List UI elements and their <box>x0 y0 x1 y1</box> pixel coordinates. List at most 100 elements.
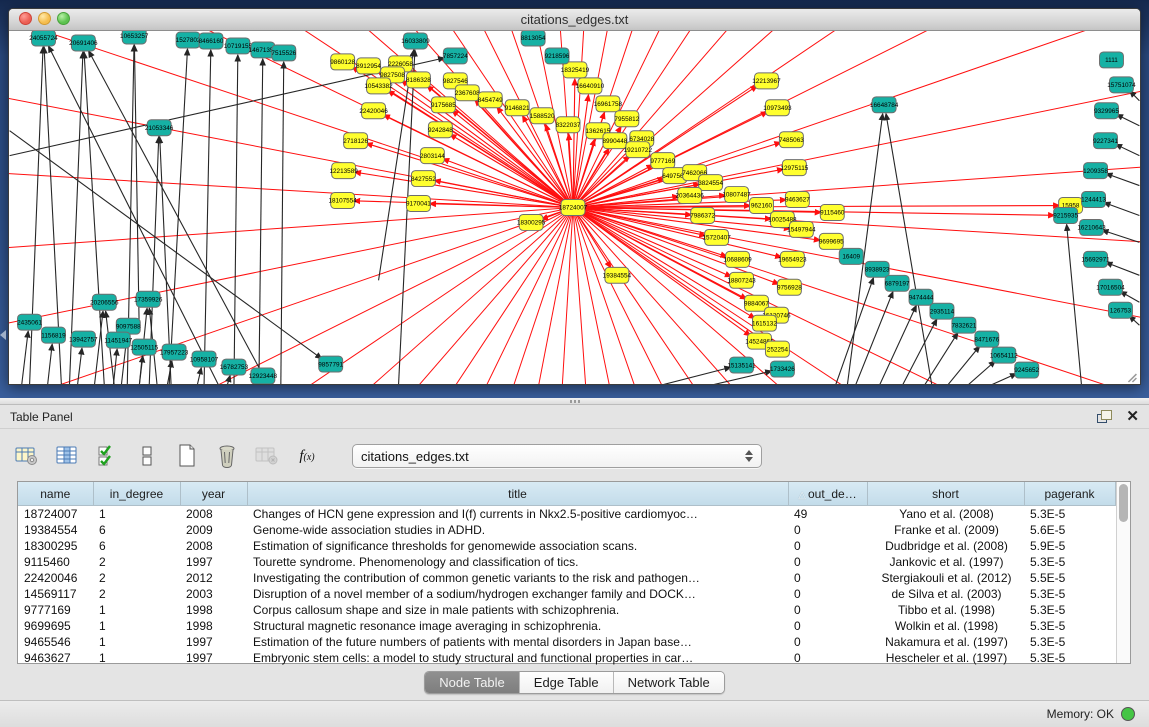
cell-out_de[interactable]: 0 <box>788 586 867 602</box>
graph-node[interactable]: 6879197 <box>885 275 910 291</box>
table-scrollbar-thumb[interactable] <box>1119 484 1128 522</box>
cell-short[interactable]: Nakamura et al. (1997) <box>867 634 1024 650</box>
graph-node[interactable]: 17359926 <box>134 291 163 307</box>
graph-node[interactable]: 20691406 <box>69 35 98 51</box>
graph-edge[interactable] <box>134 45 139 330</box>
graph-edge[interactable] <box>1106 174 1139 186</box>
graph-edge[interactable] <box>259 59 263 385</box>
graph-edge[interactable] <box>398 50 414 385</box>
cell-name[interactable]: 18300295 <box>18 538 93 554</box>
cell-title[interactable]: Disruption of a novel member of a sodium… <box>247 586 788 602</box>
cell-title[interactable]: Corpus callosum shape and size in male p… <box>247 602 788 618</box>
cell-title[interactable]: Estimation of significance thresholds fo… <box>247 538 788 554</box>
graph-edge[interactable] <box>10 131 322 359</box>
graph-node[interactable]: 16640910 <box>576 78 605 94</box>
cell-in_degree[interactable]: 1 <box>93 634 180 650</box>
cell-in_degree[interactable]: 1 <box>93 506 180 523</box>
cell-in_degree[interactable]: 6 <box>93 522 180 538</box>
cell-pagerank[interactable]: 5.3E-5 <box>1024 618 1115 634</box>
graph-node[interactable]: 2803144 <box>420 148 445 164</box>
graph-edge[interactable] <box>1116 144 1140 155</box>
cell-year[interactable]: 1997 <box>180 554 247 570</box>
graph-node[interactable]: 15497944 <box>787 221 816 237</box>
graph-node[interactable]: 24055724 <box>29 31 58 46</box>
cell-short[interactable]: Franke et al. (2009) <box>867 522 1024 538</box>
cell-in_degree[interactable]: 2 <box>93 554 180 570</box>
table-row[interactable]: 1872400712008Changes of HCN gene express… <box>18 506 1115 523</box>
graph-node[interactable]: 12213589 <box>329 163 358 179</box>
graph-edge[interactable] <box>9 208 573 310</box>
graph-node[interactable]: 252254 <box>765 341 789 357</box>
graph-node[interactable]: 9777169 <box>650 153 675 169</box>
graph-node[interactable]: 8466160 <box>199 33 224 49</box>
cell-short[interactable]: Wolkin et al. (1998) <box>867 618 1024 634</box>
graph-node[interactable]: 17016504 <box>1096 279 1125 295</box>
graph-node[interactable]: 9857791 <box>318 356 343 372</box>
graph-node[interactable]: 20364436 <box>675 188 704 204</box>
graph-node[interactable]: 7986372 <box>690 208 715 224</box>
column-header-pagerank[interactable]: pagerank <box>1024 482 1115 506</box>
graph-node[interactable]: 7515526 <box>271 45 296 61</box>
graph-node[interactable]: 9756928 <box>777 279 802 295</box>
graph-node[interactable]: 1209358 <box>1083 163 1108 179</box>
graph-node[interactable]: 1615132 <box>752 315 777 331</box>
graph-node[interactable]: 10807487 <box>722 187 751 203</box>
cell-out_de[interactable]: 0 <box>788 602 867 618</box>
cell-title[interactable]: Changes of HCN gene expression and I(f) … <box>247 506 788 523</box>
cell-title[interactable]: Tourette syndrome. Phenomenology and cla… <box>247 554 788 570</box>
delete-column-icon[interactable] <box>214 443 240 469</box>
cell-year[interactable]: 1998 <box>180 618 247 634</box>
cell-out_de[interactable]: 0 <box>788 634 867 650</box>
table-row[interactable]: 977716911998Corpus callosum shape and si… <box>18 602 1115 618</box>
cell-title[interactable]: Embryonic stem cells: a model to study s… <box>247 650 788 666</box>
graph-node[interactable]: 9170041 <box>406 196 431 212</box>
graph-node-hub[interactable]: 18724007 <box>559 200 588 216</box>
graph-node[interactable]: 8912954 <box>356 58 381 74</box>
graph-node[interactable]: 1527802 <box>176 32 201 48</box>
cell-short[interactable]: Tibbo et al. (1998) <box>867 602 1024 618</box>
graph-edge[interactable] <box>573 31 1030 208</box>
graph-node[interactable]: 12505115 <box>130 339 158 355</box>
graph-node[interactable]: 20206556 <box>90 294 119 310</box>
graph-node[interactable]: 1111 <box>1100 52 1124 68</box>
cell-year[interactable]: 2012 <box>180 570 247 586</box>
graph-node[interactable]: 16782753 <box>220 359 249 375</box>
network-view-window[interactable]: citations_edges.txt 18724007986012889129… <box>8 8 1141 385</box>
graph-edge[interactable] <box>113 349 117 385</box>
close-panel-icon[interactable]: ✕ <box>1126 410 1139 423</box>
cell-year[interactable]: 1998 <box>180 602 247 618</box>
graph-node[interactable]: 2935114 <box>930 303 955 319</box>
graph-node[interactable]: 15135141 <box>727 357 756 373</box>
cell-short[interactable]: Yano et al. (2008) <box>867 506 1024 523</box>
cell-in_degree[interactable]: 1 <box>93 602 180 618</box>
graph-node[interactable]: 9215935 <box>1053 208 1078 224</box>
cell-in_degree[interactable]: 2 <box>93 570 180 586</box>
graph-edge[interactable] <box>1106 262 1140 275</box>
cell-name[interactable]: 19384554 <box>18 522 93 538</box>
graph-node[interactable]: 3824554 <box>698 175 723 191</box>
cell-name[interactable]: 9777169 <box>18 602 93 618</box>
graph-node[interactable]: 9146821 <box>505 100 530 116</box>
horizontal-splitter[interactable] <box>0 398 1149 405</box>
column-visibility-icon[interactable] <box>54 443 80 469</box>
graph-node[interactable]: 10688609 <box>723 251 752 267</box>
cell-pagerank[interactable]: 5.6E-5 <box>1024 522 1115 538</box>
graph-node[interactable]: 9245652 <box>1014 362 1039 378</box>
table-mode-settings-icon[interactable] <box>14 443 40 469</box>
row-height-icon[interactable] <box>134 443 160 469</box>
graph-node[interactable]: 7857224 <box>443 48 468 64</box>
graph-edge[interactable] <box>658 367 731 385</box>
graph-node[interactable]: 10958107 <box>190 351 219 367</box>
graph-edge[interactable] <box>886 114 932 385</box>
cell-pagerank[interactable]: 5.3E-5 <box>1024 506 1115 523</box>
graph-node[interactable]: 13942757 <box>69 331 98 347</box>
graph-node[interactable]: 7955812 <box>614 111 639 127</box>
table-row[interactable]: 946554611997Estimation of the future num… <box>18 634 1115 650</box>
graph-node[interactable]: 2367608 <box>455 85 480 101</box>
graph-node[interactable]: 10654112 <box>990 347 1018 363</box>
graph-node[interactable]: 8938923 <box>865 261 890 277</box>
graph-node[interactable]: 18300295 <box>517 214 546 230</box>
cell-title[interactable]: Structural magnetic resonance image aver… <box>247 618 788 634</box>
graph-node[interactable]: 8322037 <box>556 117 581 133</box>
graph-node[interactable]: 1588520 <box>530 108 555 124</box>
